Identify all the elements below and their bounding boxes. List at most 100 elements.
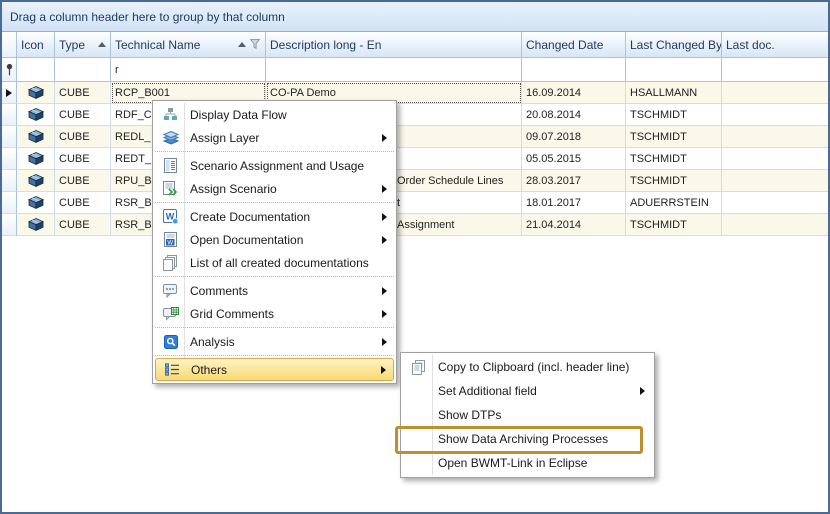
filter-cell-last-changed-by[interactable] xyxy=(626,58,722,82)
column-header-description[interactable]: Description long - En xyxy=(266,32,522,58)
filter-funnel-icon[interactable] xyxy=(250,39,261,50)
column-header-icon[interactable]: Icon xyxy=(17,32,55,58)
column-header-technical-name[interactable]: Technical Name xyxy=(111,32,266,58)
type-cell[interactable]: CUBE xyxy=(55,192,111,214)
menu-item-label: Show DTPs xyxy=(438,408,501,422)
last-changed-by-cell[interactable]: TSCHMIDT xyxy=(626,170,722,192)
menu-item-assign-scenario[interactable]: Assign Scenario xyxy=(153,177,396,200)
filter-cell-icon[interactable] xyxy=(17,58,55,82)
type-cell[interactable]: CUBE xyxy=(55,214,111,236)
last-doc-cell[interactable] xyxy=(722,148,828,170)
row-type-icon-cell[interactable] xyxy=(17,104,55,126)
menu-item-display-data-flow[interactable]: Display Data Flow xyxy=(153,103,396,126)
row-type-icon-cell[interactable] xyxy=(17,170,55,192)
cell-value: TSCHMIDT xyxy=(630,131,687,143)
menu-item-grid-comments[interactable]: Grid Comments xyxy=(153,302,396,325)
group-by-drop-zone[interactable]: Drag a column header here to group by th… xyxy=(2,2,828,32)
menu-item-open-bwmt-link[interactable]: Open BWMT-Link in Eclipse xyxy=(401,451,654,475)
menu-item-show-dtps[interactable]: Show DTPs xyxy=(401,403,654,427)
row-type-icon-cell[interactable] xyxy=(17,214,55,236)
last-doc-cell[interactable] xyxy=(722,192,828,214)
table-row[interactable]: CUBE RSR_B Assignment 21.04.2014 TSCHMID… xyxy=(2,214,828,236)
cell-value: Order Schedule Lines xyxy=(397,175,503,187)
menu-item-label: Analysis xyxy=(190,335,235,349)
context-menu: Display Data Flow Assign Layer Scenario … xyxy=(152,100,397,384)
cell-value: 21.04.2014 xyxy=(526,219,581,231)
menu-item-label: Set Additional field xyxy=(438,384,537,398)
cell-value: 18.01.2017 xyxy=(526,197,581,209)
filter-cell-changed-date[interactable] xyxy=(522,58,626,82)
changed-date-cell[interactable]: 21.04.2014 xyxy=(522,214,626,236)
submenu-arrow-icon xyxy=(640,387,645,395)
filter-pin-cell[interactable] xyxy=(2,58,17,82)
menu-item-label: Open BWMT-Link in Eclipse xyxy=(438,456,587,470)
row-type-icon-cell[interactable] xyxy=(17,82,55,104)
changed-date-cell[interactable]: 18.01.2017 xyxy=(522,192,626,214)
type-cell[interactable]: CUBE xyxy=(55,148,111,170)
cell-value: CUBE xyxy=(59,153,90,165)
type-cell[interactable]: CUBE xyxy=(55,126,111,148)
sort-ascending-icon xyxy=(238,42,246,47)
menu-item-show-data-archiving-processes[interactable]: Show Data Archiving Processes xyxy=(401,427,654,451)
submenu-arrow-icon xyxy=(382,338,387,346)
column-header-type[interactable]: Type xyxy=(55,32,111,58)
table-row[interactable]: CUBE RSR_B t 18.01.2017 ADUERRSTEIN xyxy=(2,192,828,214)
menu-item-copy-to-clipboard[interactable]: Copy to Clipboard (incl. header line) xyxy=(401,355,654,379)
changed-date-cell[interactable]: 20.08.2014 xyxy=(522,104,626,126)
menu-item-open-documentation[interactable]: W Open Documentation xyxy=(153,228,396,251)
table-row[interactable]: CUBE REDL_ 09.07.2018 TSCHMIDT xyxy=(2,126,828,148)
column-header-last-doc[interactable]: Last doc. xyxy=(722,32,828,58)
menu-item-list-documentations[interactable]: List of all created documentations xyxy=(153,251,396,274)
last-doc-cell[interactable] xyxy=(722,170,828,192)
filter-cell-last-doc[interactable] xyxy=(722,58,828,82)
table-row[interactable]: CUBE RDF_C 20.08.2014 TSCHMIDT xyxy=(2,104,828,126)
last-doc-cell[interactable] xyxy=(722,82,828,104)
table-row[interactable]: CUBE RPU_B Order Schedule Lines 28.03.20… xyxy=(2,170,828,192)
last-doc-cell[interactable] xyxy=(722,104,828,126)
cell-value: CUBE xyxy=(59,219,90,231)
submenu-arrow-icon xyxy=(382,236,387,244)
filter-cell-technical-name[interactable]: r xyxy=(111,58,266,82)
changed-date-cell[interactable]: 28.03.2017 xyxy=(522,170,626,192)
row-type-icon-cell[interactable] xyxy=(17,192,55,214)
cell-value: REDL_ xyxy=(115,131,150,143)
table-row[interactable]: CUBE RCP_B001 CO-PA Demo 16.09.2014 HSAL… xyxy=(2,82,828,104)
row-type-icon-cell[interactable] xyxy=(17,148,55,170)
changed-date-cell[interactable]: 16.09.2014 xyxy=(522,82,626,104)
menu-item-assign-layer[interactable]: Assign Layer xyxy=(153,126,396,149)
menu-item-create-documentation[interactable]: W Create Documentation xyxy=(153,205,396,228)
type-cell[interactable]: CUBE xyxy=(55,104,111,126)
menu-item-label: Display Data Flow xyxy=(190,108,287,122)
table-row[interactable]: CUBE REDT_ 05.05.2015 TSCHMIDT xyxy=(2,148,828,170)
type-cell[interactable]: CUBE xyxy=(55,82,111,104)
grid-comment-icon xyxy=(157,307,184,321)
column-header-last-changed-by[interactable]: Last Changed By xyxy=(626,32,722,58)
column-header-changed-date[interactable]: Changed Date xyxy=(522,32,626,58)
last-doc-cell[interactable] xyxy=(722,214,828,236)
last-changed-by-cell[interactable]: ADUERRSTEIN xyxy=(626,192,722,214)
last-doc-cell[interactable] xyxy=(722,126,828,148)
menu-item-others[interactable]: Others xyxy=(155,358,394,381)
menu-item-scenario-assignment[interactable]: Scenario Assignment and Usage xyxy=(153,154,396,177)
document-stack-icon xyxy=(157,255,184,271)
menu-item-set-additional-field[interactable]: Set Additional field xyxy=(401,379,654,403)
menu-item-comments[interactable]: Comments xyxy=(153,279,396,302)
type-cell[interactable]: CUBE xyxy=(55,170,111,192)
changed-date-cell[interactable]: 09.07.2018 xyxy=(522,126,626,148)
layers-icon xyxy=(157,131,184,145)
filter-cell-type[interactable] xyxy=(55,58,111,82)
menu-item-label: Create Documentation xyxy=(190,210,310,224)
last-changed-by-cell[interactable]: TSCHMIDT xyxy=(626,104,722,126)
filter-cell-description[interactable] xyxy=(266,58,522,82)
submenu-arrow-icon xyxy=(381,366,386,374)
magnifier-icon xyxy=(157,335,184,349)
cell-value: CUBE xyxy=(59,87,90,99)
last-changed-by-cell[interactable]: TSCHMIDT xyxy=(626,126,722,148)
last-changed-by-cell[interactable]: TSCHMIDT xyxy=(626,214,722,236)
last-changed-by-cell[interactable]: HSALLMANN xyxy=(626,82,722,104)
menu-item-label: Show Data Archiving Processes xyxy=(438,432,608,446)
row-type-icon-cell[interactable] xyxy=(17,126,55,148)
last-changed-by-cell[interactable]: TSCHMIDT xyxy=(626,148,722,170)
changed-date-cell[interactable]: 05.05.2015 xyxy=(522,148,626,170)
menu-item-analysis[interactable]: Analysis xyxy=(153,330,396,353)
